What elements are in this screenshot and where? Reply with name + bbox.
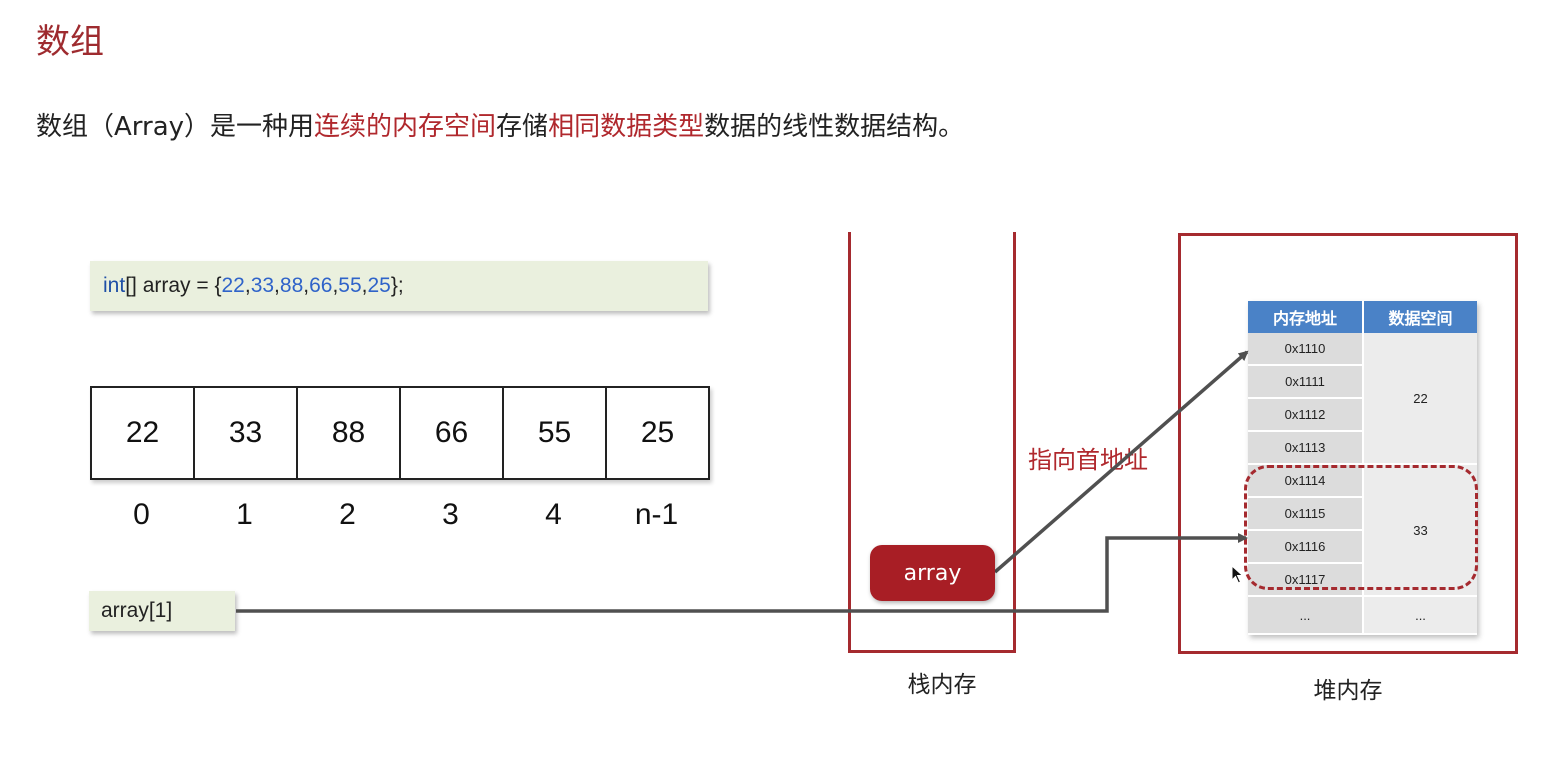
index-access-arrow <box>236 533 1248 613</box>
arrows-layer <box>236 350 1249 613</box>
stack-array-variable: array <box>870 545 995 601</box>
mouse-cursor-icon <box>1231 565 1244 584</box>
